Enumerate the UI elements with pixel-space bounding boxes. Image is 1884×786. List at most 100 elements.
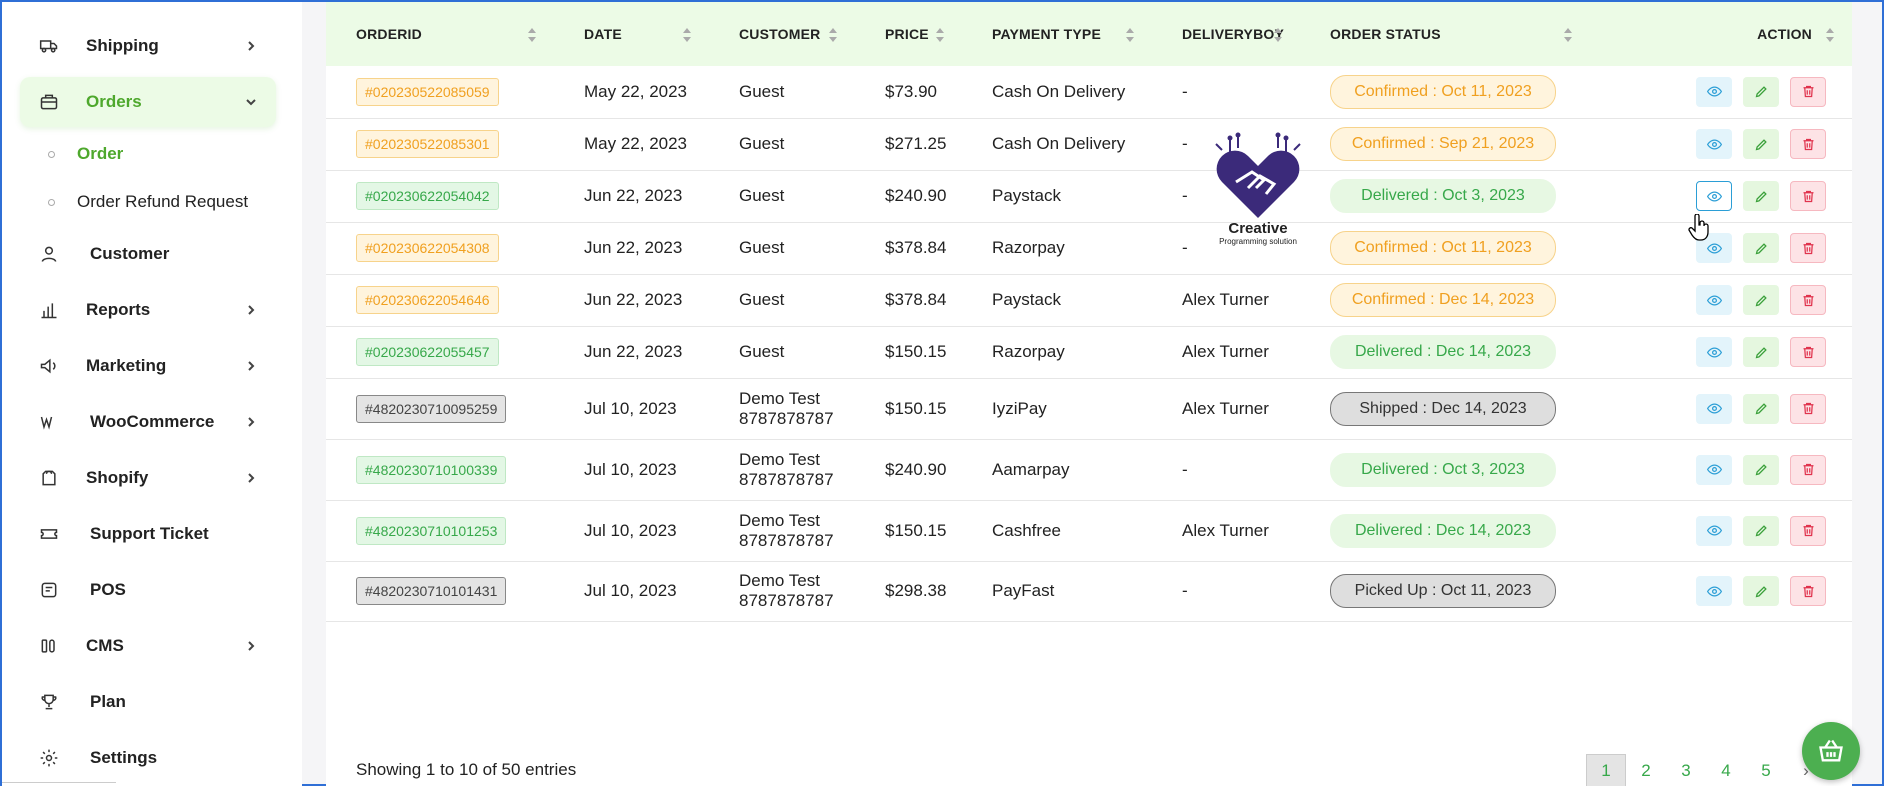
trophy-icon xyxy=(38,691,60,713)
sort-icon[interactable] xyxy=(1274,28,1282,42)
column-header-orderid[interactable]: ORDERID xyxy=(326,2,554,66)
table-row: #020230622054308 Jun 22, 2023 Guest $378… xyxy=(326,222,1852,274)
order-id-link[interactable]: #020230622054308 xyxy=(356,234,499,262)
view-button[interactable] xyxy=(1696,337,1732,367)
trash-icon xyxy=(1801,137,1816,152)
page-button-1[interactable]: 1 xyxy=(1586,754,1626,786)
sort-icon[interactable] xyxy=(829,28,837,42)
view-button[interactable] xyxy=(1696,393,1732,424)
order-id-link[interactable]: #4820230710101253 xyxy=(356,516,507,545)
order-id-link[interactable]: #020230622054042 xyxy=(356,182,499,210)
delete-button[interactable] xyxy=(1790,393,1826,424)
edit-button[interactable] xyxy=(1743,576,1779,606)
sidebar-item-pos[interactable]: POS xyxy=(20,565,276,615)
edit-button[interactable] xyxy=(1743,454,1779,485)
column-header-customer[interactable]: CUSTOMER xyxy=(709,2,855,66)
edit-button[interactable] xyxy=(1743,129,1779,159)
edit-button[interactable] xyxy=(1743,233,1779,263)
delete-button[interactable] xyxy=(1790,337,1826,367)
cell-orderid: #020230522085059 xyxy=(326,66,554,118)
edit-button[interactable] xyxy=(1743,337,1779,367)
sort-icon[interactable] xyxy=(1826,28,1834,42)
sort-icon[interactable] xyxy=(1564,28,1572,42)
sidebar-item-support-ticket[interactable]: Support Ticket xyxy=(20,509,276,559)
cell-action xyxy=(1590,326,1852,378)
cart-button[interactable] xyxy=(1802,722,1860,780)
sidebar-item-orders[interactable]: Orders xyxy=(20,77,276,127)
hand-cursor-icon xyxy=(1688,214,1709,241)
sort-icon[interactable] xyxy=(683,28,691,42)
sidebar-item-settings[interactable]: Settings xyxy=(20,733,276,783)
view-button[interactable] xyxy=(1696,285,1732,315)
page-button-2[interactable]: 2 xyxy=(1626,754,1666,786)
order-id-link[interactable]: #4820230710095259 xyxy=(356,394,507,423)
edit-button[interactable] xyxy=(1743,285,1779,315)
delete-button[interactable] xyxy=(1790,233,1826,263)
sidebar-item-label: Orders xyxy=(86,92,142,111)
status-badge: Delivered : Dec 14, 2023 xyxy=(1330,513,1556,548)
bullet-icon xyxy=(48,150,55,158)
sort-icon[interactable] xyxy=(528,28,536,42)
delete-button[interactable] xyxy=(1790,454,1826,485)
column-header-deliveryboy[interactable]: DELIVERYBOY xyxy=(1152,2,1300,66)
page-button-3[interactable]: 3 xyxy=(1666,754,1706,786)
cell-orderid: #020230622054042 xyxy=(326,170,554,222)
sidebar-item-label: Support Ticket xyxy=(90,524,209,543)
cell-order-status: Delivered : Oct 3, 2023 xyxy=(1300,439,1590,500)
column-header-date[interactable]: DATE xyxy=(554,2,709,66)
delete-button[interactable] xyxy=(1790,181,1826,211)
edit-button[interactable] xyxy=(1743,393,1779,424)
column-header-payment-type[interactable]: PAYMENT TYPE xyxy=(962,2,1152,66)
sidebar-item-marketing[interactable]: Marketing xyxy=(20,341,276,391)
order-id-link[interactable]: #4820230710100339 xyxy=(356,455,507,484)
bar-chart-icon xyxy=(38,299,60,321)
sidebar-subitem-order[interactable]: Order xyxy=(48,139,123,169)
sort-icon[interactable] xyxy=(1126,28,1134,42)
order-id-link[interactable]: #020230522085059 xyxy=(356,77,499,106)
trash-icon xyxy=(1801,345,1816,360)
delete-button[interactable] xyxy=(1790,129,1826,159)
edit-button[interactable] xyxy=(1743,76,1779,107)
page-button-4[interactable]: 4 xyxy=(1706,754,1746,786)
sort-icon[interactable] xyxy=(936,28,944,42)
status-badge: Confirmed : Dec 14, 2023 xyxy=(1330,283,1556,317)
order-id-link[interactable]: #4820230710101431 xyxy=(356,577,507,605)
handshake-heart-icon xyxy=(1215,132,1301,218)
sidebar-subitem-order-refund-request[interactable]: Order Refund Request xyxy=(48,187,248,217)
customer-name: Guest xyxy=(739,238,785,257)
cell-customer: Guest xyxy=(709,170,855,222)
view-button[interactable] xyxy=(1696,515,1732,546)
sidebar-item-woocommerce[interactable]: WooCommerce xyxy=(20,397,276,447)
edit-button[interactable] xyxy=(1743,181,1779,211)
delete-button[interactable] xyxy=(1790,285,1826,315)
table-row: #4820230710101253 Jul 10, 2023 Demo Test… xyxy=(326,500,1852,561)
edit-button[interactable] xyxy=(1743,515,1779,546)
delete-button[interactable] xyxy=(1790,515,1826,546)
view-button[interactable] xyxy=(1696,181,1732,211)
order-id-link[interactable]: #020230522085301 xyxy=(356,130,499,158)
cell-orderid: #020230622054308 xyxy=(326,222,554,274)
view-button[interactable] xyxy=(1696,454,1732,485)
order-id-link[interactable]: #020230622054646 xyxy=(356,286,499,314)
sidebar-item-shopify[interactable]: Shopify xyxy=(20,453,276,503)
column-header-price[interactable]: PRICE xyxy=(855,2,962,66)
status-badge: Delivered : Dec 14, 2023 xyxy=(1330,335,1556,369)
column-header-action[interactable]: ACTION xyxy=(1590,2,1852,66)
cell-price: $240.90 xyxy=(885,459,947,479)
delete-button[interactable] xyxy=(1790,76,1826,107)
sidebar-item-cms[interactable]: CMS xyxy=(20,621,276,671)
order-id-link[interactable]: #020230622055457 xyxy=(356,338,499,366)
delete-button[interactable] xyxy=(1790,576,1826,606)
sidebar-item-label: Settings xyxy=(90,748,158,767)
sidebar-item-customer[interactable]: Customer xyxy=(20,229,276,279)
view-button[interactable] xyxy=(1696,76,1732,107)
sidebar-item-shipping[interactable]: Shipping xyxy=(20,21,276,71)
column-header-order-status[interactable]: ORDER STATUS xyxy=(1300,2,1590,66)
ticket-icon xyxy=(38,523,60,545)
page-button-5[interactable]: 5 xyxy=(1746,754,1786,786)
sidebar-item-reports[interactable]: Reports xyxy=(20,285,276,335)
view-button[interactable] xyxy=(1696,576,1732,606)
view-button[interactable] xyxy=(1696,129,1732,159)
cell-price: $73.90 xyxy=(885,81,937,101)
sidebar-item-plan[interactable]: Plan xyxy=(20,677,276,727)
